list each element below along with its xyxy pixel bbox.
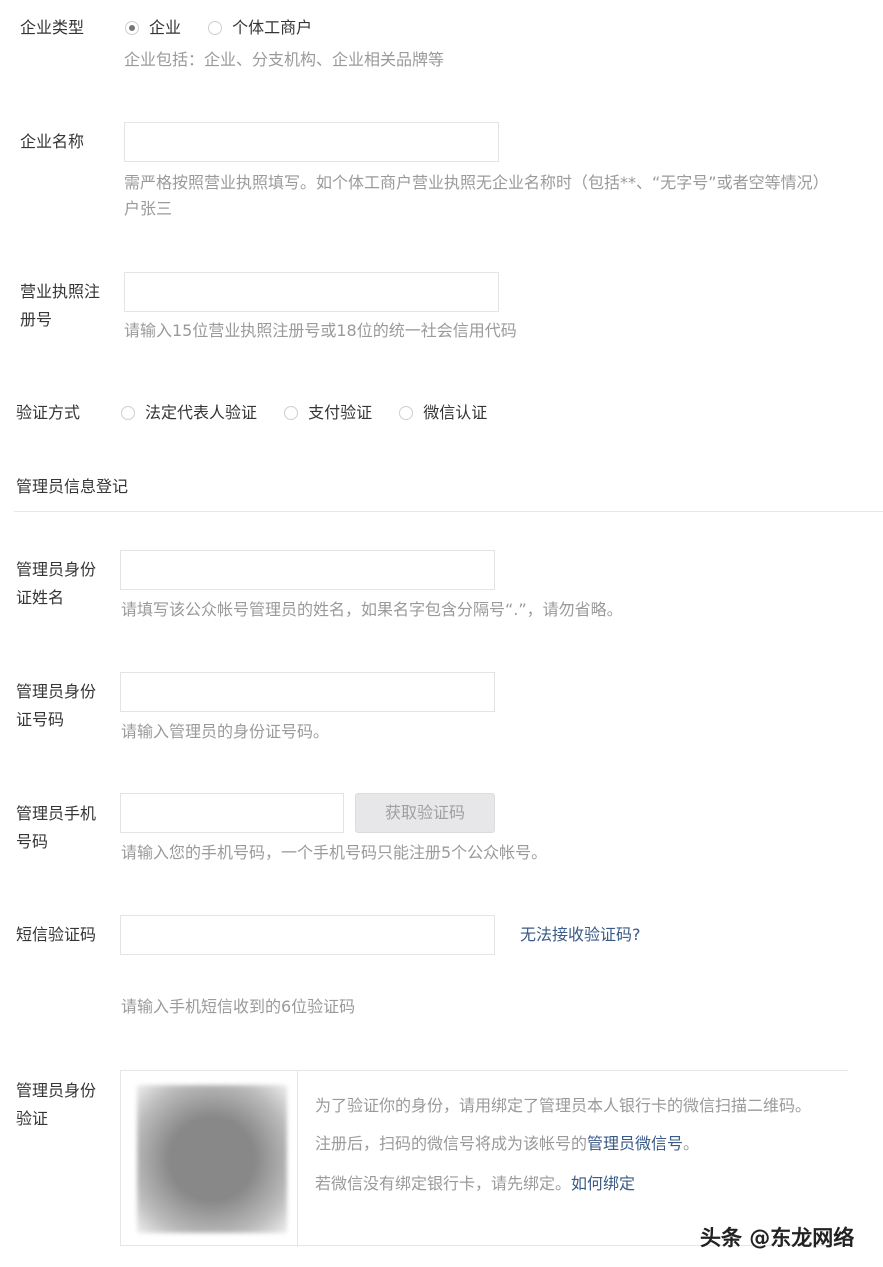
radio-legal-rep[interactable]: 法定代表人验证 xyxy=(121,399,257,427)
radio-label: 支付验证 xyxy=(308,403,373,422)
radio-label: 个体工商户 xyxy=(232,18,313,37)
radio-label: 微信认证 xyxy=(423,403,488,422)
company-name-tip: 需严格按照营业执照填写。如个体工商户营业执照无企业名称时（包括**、“无字号”或… xyxy=(124,173,829,192)
radio-label: 企业 xyxy=(149,18,182,37)
radio-checked-icon xyxy=(125,21,139,35)
company-type-label: 企业类型 xyxy=(20,18,85,37)
radio-icon xyxy=(208,21,223,35)
radio-enterprise[interactable]: 企业 xyxy=(125,14,181,42)
section-title: 管理员信息登记 xyxy=(16,477,129,496)
license-input[interactable] xyxy=(124,272,499,312)
radio-icon xyxy=(399,406,414,420)
qr-line-2-text: 注册后，扫码的微信号将成为该帐号的 xyxy=(315,1134,588,1153)
admin-id-label: 管理员身份证号码 xyxy=(16,682,97,729)
qr-line-2: 注册后，扫码的微信号将成为该帐号的管理员微信号。 xyxy=(315,1131,699,1157)
cannot-receive-code-link[interactable]: 无法接收验证码? xyxy=(520,921,641,949)
verify-label: 验证方式 xyxy=(16,403,81,422)
panel-divider xyxy=(297,1071,298,1247)
admin-name-tip: 请填写该公众帐号管理员的姓名，如果名字包含分隔号“.”，请勿省略。 xyxy=(121,600,623,619)
verify-radios: 法定代表人验证 支付验证 微信认证 xyxy=(121,399,509,429)
sms-tip: 请输入手机短信收到的6位验证码 xyxy=(121,997,356,1016)
license-tip: 请输入15位营业执照注册号或18位的统一社会信用代码 xyxy=(124,321,517,340)
qr-line-3: 若微信没有绑定银行卡，请先绑定。如何绑定 xyxy=(315,1171,635,1197)
sms-input[interactable] xyxy=(120,915,495,955)
get-code-button[interactable]: 获取验证码 xyxy=(355,793,495,833)
radio-individual[interactable]: 个体工商户 xyxy=(208,14,312,42)
watermark: 头条 @东龙网络 xyxy=(700,1226,855,1250)
qr-code-image xyxy=(137,1085,287,1233)
how-to-bind-link[interactable]: 如何绑定 xyxy=(571,1174,635,1193)
admin-id-input[interactable] xyxy=(120,672,495,712)
radio-icon xyxy=(121,406,135,420)
company-type-radios: 企业 个体工商户 xyxy=(125,14,334,44)
admin-wechat-link[interactable]: 管理员微信号 xyxy=(587,1134,683,1153)
admin-name-label: 管理员身份证姓名 xyxy=(16,560,97,607)
qr-line-1: 为了验证你的身份，请用绑定了管理员本人银行卡的微信扫描二维码。 xyxy=(315,1096,812,1115)
admin-id-tip: 请输入管理员的身份证号码。 xyxy=(121,722,330,741)
divider xyxy=(14,511,883,512)
admin-verify-label: 管理员身份验证 xyxy=(16,1081,97,1128)
admin-phone-input[interactable] xyxy=(120,793,344,833)
license-label: 营业执照注册号 xyxy=(20,282,101,329)
admin-name-input[interactable] xyxy=(120,550,495,590)
admin-phone-tip: 请输入您的手机号码，一个手机号码只能注册5个公众帐号。 xyxy=(121,843,548,862)
qr-line-3-text: 若微信没有绑定银行卡，请先绑定。 xyxy=(315,1174,572,1193)
radio-label: 法定代表人验证 xyxy=(145,403,258,422)
company-name-tip-2: 户张三 xyxy=(124,199,173,218)
qr-panel: 为了验证你的身份，请用绑定了管理员本人银行卡的微信扫描二维码。 注册后，扫码的微… xyxy=(120,1070,848,1247)
sms-label: 短信验证码 xyxy=(16,925,97,944)
company-name-input[interactable] xyxy=(124,122,499,162)
qr-line-2-end: 。 xyxy=(683,1134,700,1153)
radio-payment[interactable]: 支付验证 xyxy=(284,399,372,427)
radio-wechat[interactable]: 微信认证 xyxy=(399,399,487,427)
radio-icon xyxy=(284,406,299,420)
company-name-label: 企业名称 xyxy=(20,132,85,151)
company-type-tip: 企业包括：企业、分支机构、企业相关品牌等 xyxy=(124,50,445,69)
admin-phone-label: 管理员手机号码 xyxy=(16,804,97,851)
